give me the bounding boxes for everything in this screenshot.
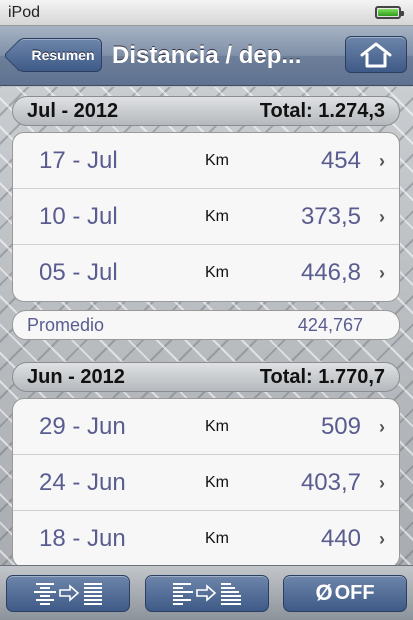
average-label: Promedio [27, 314, 105, 335]
average-value: 424,767 [297, 314, 363, 335]
chevron-right-icon: › [379, 529, 385, 549]
list-item[interactable]: 05 - Jul Km 446,8 › [13, 245, 399, 301]
entry-date: 18 - Jun [39, 525, 126, 552]
section-header-jul-2012: Jul - 2012 Total: 1.274,3 [12, 96, 400, 126]
back-button[interactable]: Resumen [3, 38, 102, 72]
expand-align-button[interactable] [6, 574, 130, 612]
entry-unit: Km [205, 418, 229, 435]
navigation-bar: Resumen Distancia / dep... [0, 26, 413, 86]
status-bar: iPod [0, 0, 413, 26]
bottom-toolbar: Ø OFF [0, 565, 413, 620]
entry-value: 509 [320, 413, 361, 440]
section-total: Total: 1.274,3 [259, 99, 385, 122]
distance-list[interactable]: Jul - 2012 Total: 1.274,3 17 - Jul Km 45… [0, 87, 413, 565]
section-month: Jul - 2012 [27, 99, 119, 122]
list-item[interactable]: 10 - Jul Km 373,5 › [13, 189, 399, 245]
section-header-jun-2012: Jun - 2012 Total: 1.770,7 [12, 362, 400, 392]
list-item[interactable]: 17 - Jul Km 454 › [13, 133, 399, 189]
chevron-right-icon: › [379, 473, 385, 493]
average-row: Promedio 424,767 [12, 310, 400, 340]
entry-value: 454 [320, 147, 361, 174]
off-symbol: Ø [315, 580, 333, 605]
back-button-label: Resumen [31, 47, 95, 63]
entry-date: 29 - Jun [39, 413, 126, 440]
list-item[interactable]: 18 - Jun Km 440 › [13, 511, 399, 565]
carrier-label: iPod [8, 3, 41, 21]
home-button[interactable] [345, 36, 407, 73]
entry-date: 17 - Jul [39, 147, 118, 174]
entry-date: 10 - Jul [39, 203, 118, 230]
collapse-align-button[interactable] [144, 574, 269, 612]
align-expand-icon [34, 583, 102, 605]
section-group-jun: 29 - Jun Km 509 › 24 - Jun Km 403,7 › 18… [12, 398, 400, 565]
entry-date: 05 - Jul [39, 259, 118, 286]
section-month: Jun - 2012 [27, 365, 125, 388]
entry-date: 24 - Jun [39, 469, 126, 496]
entry-unit: Km [205, 264, 229, 281]
page-title: Distancia / dep... [112, 42, 302, 69]
entry-unit: Km [205, 530, 229, 547]
chevron-right-icon: › [379, 207, 385, 227]
battery-full-icon [375, 6, 404, 19]
chevron-right-icon: › [379, 417, 385, 437]
entry-value: 440 [320, 525, 361, 552]
off-button[interactable]: Ø OFF [283, 574, 407, 612]
chevron-right-icon: › [379, 151, 385, 171]
entry-value: 403,7 [300, 469, 361, 496]
entry-value: 373,5 [300, 203, 361, 230]
section-total: Total: 1.770,7 [259, 365, 385, 388]
section-group-jul: 17 - Jul Km 454 › 10 - Jul Km 373,5 › 05… [12, 132, 400, 302]
entry-unit: Km [205, 208, 229, 225]
entry-value: 446,8 [300, 259, 361, 286]
off-label: OFF [334, 581, 375, 604]
align-collapse-icon [172, 583, 241, 605]
chevron-right-icon: › [379, 263, 385, 283]
home-icon [360, 42, 392, 67]
list-item[interactable]: 29 - Jun Km 509 › [13, 399, 399, 455]
entry-unit: Km [205, 474, 229, 491]
list-item[interactable]: 24 - Jun Km 403,7 › [13, 455, 399, 511]
entry-unit: Km [205, 152, 229, 169]
